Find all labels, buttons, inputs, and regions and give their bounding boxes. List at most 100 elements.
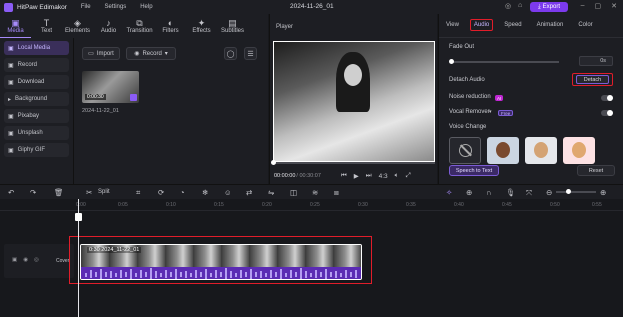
tab-color[interactable]: Color — [575, 20, 595, 30]
zoom-out-icon[interactable]: ⊖ — [546, 188, 552, 197]
magnet-icon[interactable]: ∩ — [486, 188, 491, 197]
nav-unsplash[interactable]: ▣ Unsplash — [4, 126, 69, 140]
ruler-tick: 0:50 — [550, 202, 560, 208]
reset-label: Reset — [588, 167, 604, 174]
nav-giphy[interactable]: ▣ Giphy GIF — [4, 143, 69, 157]
tab-speed[interactable]: Speed — [501, 20, 524, 30]
minimize-icon[interactable]: – — [581, 2, 585, 10]
tool-label: Media — [7, 27, 24, 34]
detach-button[interactable]: Detach — [576, 75, 609, 84]
media-thumbnail[interactable]: 0:00:30 — [82, 71, 139, 103]
tool-media[interactable]: ▣ Media — [0, 14, 31, 38]
tool-transition[interactable]: ⧉ Transition — [124, 14, 155, 38]
voice-option-male[interactable] — [487, 137, 519, 164]
volume-icon[interactable]: 🔈︎ — [395, 172, 399, 180]
nav-record[interactable]: ▣ Record — [4, 58, 69, 72]
fit-icon[interactable]: ⤧ — [526, 188, 532, 198]
rotate-icon[interactable]: ⟳ — [158, 188, 164, 197]
sticker-icon[interactable]: ☺ — [224, 188, 232, 197]
fade-out-slider[interactable] — [451, 61, 559, 63]
lock-icon[interactable]: ▣ — [12, 257, 17, 263]
voice-option-female[interactable] — [563, 137, 595, 164]
title-bar: HitPaw Edimakor File Settings Help 2024-… — [0, 0, 623, 14]
reset-button[interactable]: Reset — [577, 165, 615, 176]
tool-subtitles[interactable]: ▤ Subtitles — [217, 14, 248, 38]
split-label[interactable]: Split — [98, 189, 110, 195]
timeline-video-clip[interactable]: 0:30 2024_11-22_01 — [80, 244, 362, 280]
noise-reduction-toggle[interactable] — [601, 95, 613, 101]
undo-icon[interactable]: ↶ — [8, 188, 14, 197]
crop-icon[interactable]: ⌗ — [136, 188, 140, 198]
nav-pixabay[interactable]: ▣ Pixabay — [4, 109, 69, 123]
zoom-in-icon[interactable]: ⊕ — [600, 188, 606, 197]
tool-label: Audio — [100, 28, 117, 34]
tool-text[interactable]: T Text — [31, 14, 62, 38]
nav-local-media[interactable]: ▣ Local Media — [4, 41, 69, 55]
next-frame-icon[interactable]: ⏭ — [366, 172, 372, 180]
tool-audio[interactable]: ♪ Audio — [93, 14, 124, 38]
speech-to-text-button[interactable]: Speech to Text — [449, 165, 499, 176]
search-icon[interactable]: ◯ — [224, 47, 237, 60]
visibility-icon[interactable]: ◉ — [23, 257, 28, 263]
nav-label: Record — [17, 62, 38, 68]
fade-out-input[interactable]: 0s — [579, 56, 613, 66]
playback-progress[interactable] — [271, 160, 435, 165]
import-button[interactable]: ▭ Import — [82, 47, 120, 60]
ai-badge: AI — [495, 95, 504, 101]
menu-help[interactable]: Help — [140, 4, 152, 10]
timeline-ruler[interactable]: 0:00 0:05 0:10 0:15 0:20 0:25 0:30 0:35 … — [0, 199, 623, 211]
chat-icon[interactable]: ◎ — [505, 2, 511, 10]
tool-elements[interactable]: ◈ Elements — [62, 14, 93, 38]
link-icon[interactable]: ⊕ — [466, 188, 472, 197]
voice-icon[interactable]: 🎙︎ — [506, 188, 516, 197]
divider — [439, 37, 623, 38]
properties-tabs: View Audio Speed Animation Color — [443, 19, 596, 31]
ai-tools-icon[interactable]: ✧ — [446, 188, 452, 197]
man-avatar — [534, 142, 548, 158]
audio-wave-icon[interactable]: ≋ — [312, 188, 318, 197]
delete-icon[interactable]: 🗑︎ — [54, 188, 64, 197]
voice-none-option[interactable] — [449, 137, 481, 164]
record-button[interactable]: ◉ Record ▾ — [126, 47, 176, 60]
menu-settings[interactable]: Settings — [105, 4, 127, 10]
fullscreen-icon[interactable]: ⤢ — [406, 172, 411, 180]
nav-download[interactable]: ▣ Download — [4, 75, 69, 89]
export-button[interactable]: ⤓ Export — [530, 2, 568, 12]
chevron-down-icon[interactable]: ▾ — [489, 109, 492, 115]
playhead-handle[interactable] — [75, 213, 82, 221]
tool-label: Elements — [64, 28, 90, 34]
cart-icon[interactable]: ⌂ — [518, 2, 522, 9]
redo-icon[interactable]: ↷ — [30, 188, 36, 197]
vocal-remover-label: Vocal Remover — [449, 109, 490, 115]
progress-knob[interactable] — [271, 160, 276, 165]
close-icon[interactable]: ✕ — [611, 2, 617, 10]
video-preview[interactable] — [273, 41, 435, 162]
maximize-icon[interactable]: ▢ — [595, 2, 602, 10]
mute-icon[interactable]: ◎ — [34, 257, 39, 263]
split-icon[interactable]: ✂ — [86, 188, 92, 197]
zoom-knob[interactable] — [566, 189, 571, 194]
zoom-slider[interactable] — [556, 191, 596, 193]
play-icon[interactable]: ▶ — [354, 172, 359, 180]
mirror-icon[interactable]: ⇄ — [246, 188, 252, 197]
tool-filters[interactable]: ◐ Filters — [155, 14, 186, 38]
reverse-icon[interactable]: ⇋ — [268, 188, 274, 197]
vocal-remover-toggle[interactable] — [601, 110, 613, 116]
sort-icon[interactable]: ☰ — [244, 47, 257, 60]
nav-label: Giphy GIF — [17, 147, 46, 153]
aspect-ratio[interactable]: 4:3 — [379, 173, 388, 180]
mask-icon[interactable]: ◫ — [290, 188, 297, 197]
tool-effects[interactable]: ✦ Effects — [186, 14, 217, 38]
prev-frame-icon[interactable]: ⏮ — [341, 172, 347, 180]
nav-background[interactable]: ▸ Background — [4, 92, 69, 106]
cover-label[interactable]: Cover — [56, 258, 69, 264]
voice-option-man-old[interactable] — [525, 137, 557, 164]
tab-animation[interactable]: Animation — [534, 20, 567, 30]
tab-audio[interactable]: Audio — [469, 19, 494, 31]
speed-icon[interactable]: ◔ — [180, 188, 185, 197]
fade-out-knob[interactable] — [449, 59, 454, 64]
export-frame-icon[interactable]: ⧈ — [334, 188, 339, 198]
menu-file[interactable]: File — [81, 4, 91, 10]
tab-view[interactable]: View — [443, 20, 462, 30]
freeze-icon[interactable]: ❄ — [202, 188, 208, 197]
